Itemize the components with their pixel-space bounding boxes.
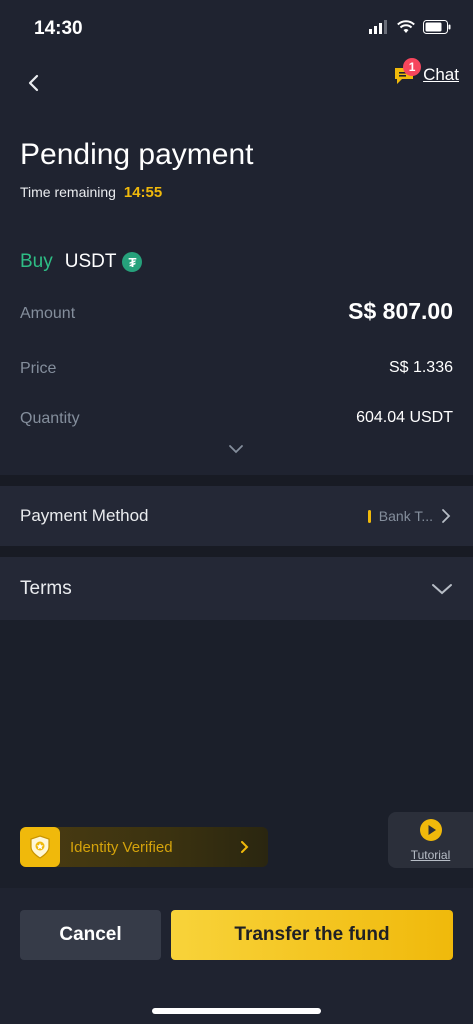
chevron-right-icon <box>442 509 451 523</box>
identity-verified-banner[interactable]: Identity Verified <box>20 827 268 867</box>
time-remaining-label: Time remaining <box>20 184 116 200</box>
battery-icon <box>423 20 451 34</box>
usdt-coin-icon: ₮ <box>122 252 143 272</box>
chevron-right-icon <box>241 841 249 853</box>
chevron-left-icon <box>28 74 39 92</box>
signal-icon <box>369 20 387 34</box>
wifi-icon <box>397 20 415 33</box>
payment-method-color-indicator <box>367 509 371 523</box>
home-indicator <box>152 1008 321 1014</box>
amount-label: Amount <box>20 305 76 322</box>
chat-button[interactable]: 1 Chat <box>393 58 459 86</box>
time-remaining-value: 14:55 <box>123 184 163 201</box>
time-remaining: Time remaining 14:55 <box>20 184 162 201</box>
tutorial-label: Tutorial <box>410 848 451 862</box>
order-asset: USDT <box>64 251 117 272</box>
terms-row[interactable]: Terms <box>0 557 473 620</box>
cancel-button[interactable]: Cancel <box>20 910 161 960</box>
quantity-label: Quantity <box>20 410 80 427</box>
page-title: Pending payment <box>20 138 254 171</box>
expand-details-button[interactable] <box>228 442 244 454</box>
terms-label: Terms <box>20 577 72 599</box>
chevron-down-icon <box>432 583 452 594</box>
quantity-value: 604.04 USDT <box>356 409 453 426</box>
chevron-down-icon <box>229 445 243 454</box>
back-button[interactable] <box>24 72 44 94</box>
payment-method-selector[interactable]: Bank T... <box>367 508 453 524</box>
shield-star-icon <box>30 835 50 859</box>
transfer-fund-button[interactable]: Transfer the fund <box>171 910 453 960</box>
chat-label[interactable]: Chat <box>423 65 459 85</box>
divider <box>0 475 473 486</box>
order-asset-row: Buy USDT ₮ <box>20 251 143 273</box>
status-icons <box>369 20 451 34</box>
tutorial-button[interactable]: Tutorial <box>388 812 473 868</box>
payment-method-row[interactable]: Payment Method Bank T... <box>0 486 473 546</box>
price-label: Price <box>20 360 57 377</box>
chat-unread-badge: 1 <box>403 58 422 76</box>
payment-method-label: Payment Method <box>20 506 149 525</box>
order-side: Buy <box>20 251 53 272</box>
payment-method-value: Bank T... <box>378 508 433 524</box>
play-icon <box>419 819 442 841</box>
chat-icon-wrap: 1 <box>393 58 422 86</box>
price-value: S$ 1.336 <box>388 359 453 376</box>
amount-value: S$ 807.00 <box>348 298 453 324</box>
identity-badge-icon <box>20 827 60 867</box>
identity-verified-label: Identity Verified <box>70 838 173 856</box>
divider <box>0 546 473 557</box>
status-time: 14:30 <box>34 18 83 39</box>
